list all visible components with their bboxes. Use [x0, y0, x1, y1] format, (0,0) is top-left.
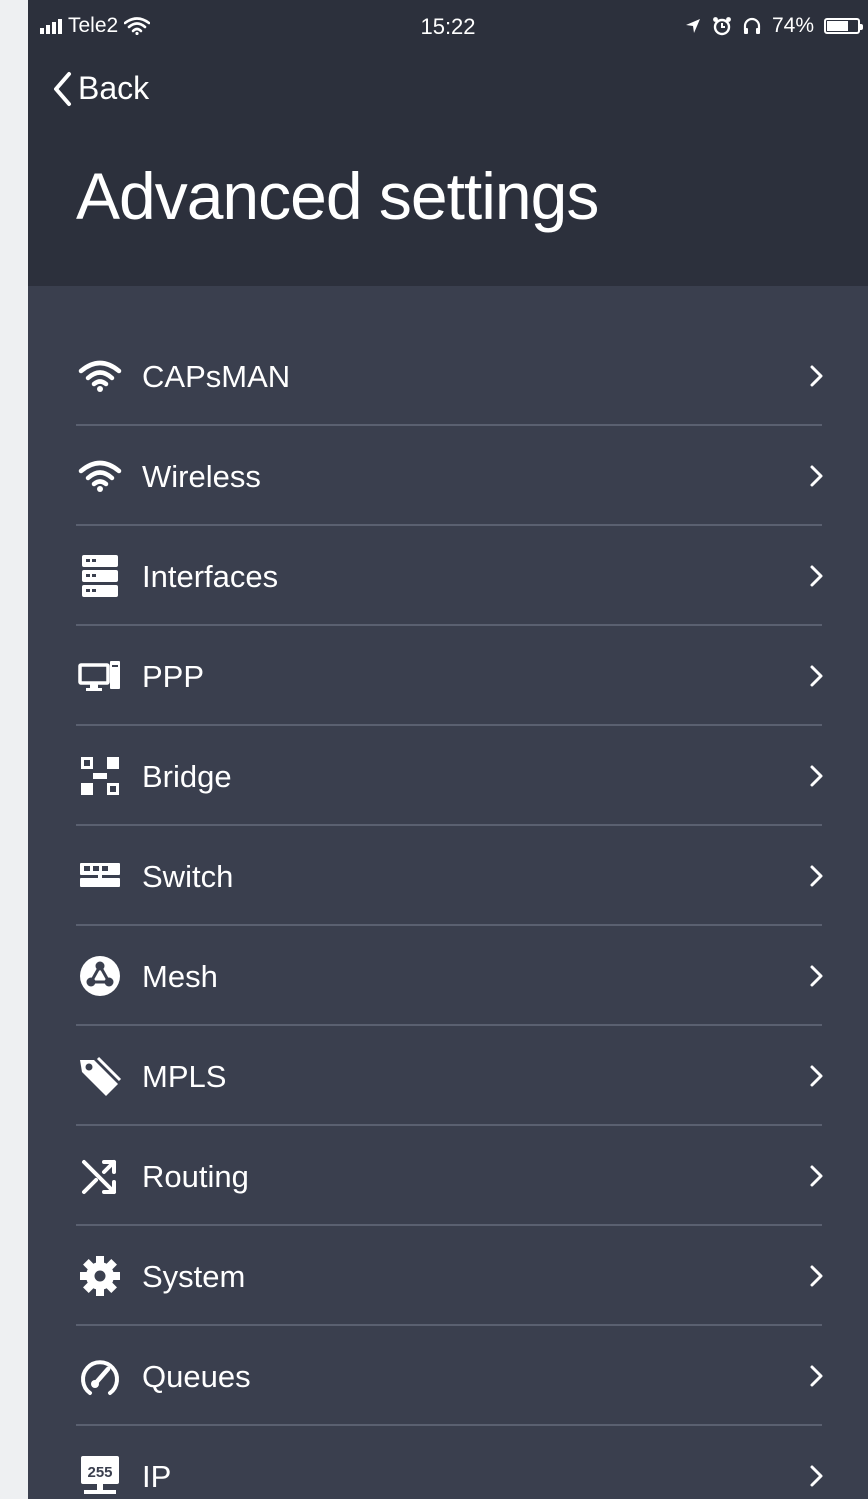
chevron-right-icon [810, 1165, 823, 1187]
gauge-icon [78, 1354, 122, 1398]
chevron-right-icon [810, 1065, 823, 1087]
chevron-right-icon [810, 1465, 823, 1487]
mesh-icon [78, 954, 122, 998]
tag-icon [78, 1054, 122, 1098]
menu-item-label: Wireless [142, 459, 261, 494]
chevron-right-icon [810, 965, 823, 987]
settings-list: CAPsMAN Wireless Interfaces PPP Bridge S… [28, 326, 868, 1499]
status-bar: Tele2 15:22 74% [28, 6, 868, 46]
menu-item-label: Interfaces [142, 559, 279, 594]
wifi-icon [78, 454, 122, 498]
menu-item-mpls[interactable]: MPLS [28, 1026, 868, 1126]
chevron-right-icon [810, 1365, 823, 1387]
back-label: Back [78, 70, 150, 106]
chevron-right-icon [810, 565, 823, 587]
menu-item-label: PPP [142, 659, 205, 694]
menu-item-interfaces[interactable]: Interfaces [28, 526, 868, 626]
menu-item-queues[interactable]: Queues [28, 1326, 868, 1426]
menu-item-label: Mesh [142, 959, 218, 994]
alarm-icon [713, 17, 731, 36]
ppp-icon [78, 654, 122, 698]
switch-icon [78, 854, 122, 898]
menu-item-bridge[interactable]: Bridge [28, 726, 868, 826]
back-button[interactable]: Back [52, 70, 149, 107]
location-icon [685, 19, 700, 33]
menu-item-ppp[interactable]: PPP [28, 626, 868, 726]
menu-item-routing[interactable]: Routing [28, 1126, 868, 1226]
menu-item-capsman[interactable]: CAPsMAN [28, 326, 868, 426]
menu-item-switch[interactable]: Switch [28, 826, 868, 926]
menu-item-label: CAPsMAN [142, 359, 291, 394]
chevron-right-icon [810, 765, 823, 787]
menu-item-label: MPLS [142, 1059, 227, 1094]
app-screen: Tele2 15:22 74% Back Advanced settings C… [28, 0, 868, 1499]
chevron-right-icon [810, 1265, 823, 1287]
battery-icon [824, 18, 863, 34]
menu-item-label: Switch [142, 859, 234, 894]
headphones-icon [743, 17, 761, 34]
wifi-icon [78, 354, 122, 398]
menu-item-ip[interactable]: 255 IP [28, 1426, 868, 1499]
menu-item-label: Routing [142, 1159, 249, 1194]
menu-item-mesh[interactable]: Mesh [28, 926, 868, 1026]
chevron-right-icon [810, 365, 823, 387]
routing-icon [78, 1154, 122, 1198]
menu-item-label: System [142, 1259, 246, 1294]
chevron-right-icon [810, 865, 823, 887]
page-title: Advanced settings [76, 159, 599, 233]
menu-item-label: Queues [142, 1359, 251, 1394]
chevron-right-icon [810, 665, 823, 687]
server-icon [78, 554, 122, 598]
menu-item-system[interactable]: System [28, 1226, 868, 1326]
bridge-icon [78, 754, 122, 798]
menu-item-wireless[interactable]: Wireless [28, 426, 868, 526]
svg-text:255: 255 [87, 1464, 112, 1481]
battery-percent: 74% [771, 14, 814, 37]
menu-item-label: IP [142, 1459, 172, 1494]
chevron-left-icon [54, 71, 71, 106]
menu-item-label: Bridge [142, 759, 232, 794]
chevron-right-icon [810, 465, 823, 487]
status-right: 74% [684, 14, 863, 38]
ip-icon: 255 [78, 1454, 122, 1498]
gear-icon [78, 1254, 122, 1298]
header: Tele2 15:22 74% Back Advanced settings [28, 0, 868, 286]
